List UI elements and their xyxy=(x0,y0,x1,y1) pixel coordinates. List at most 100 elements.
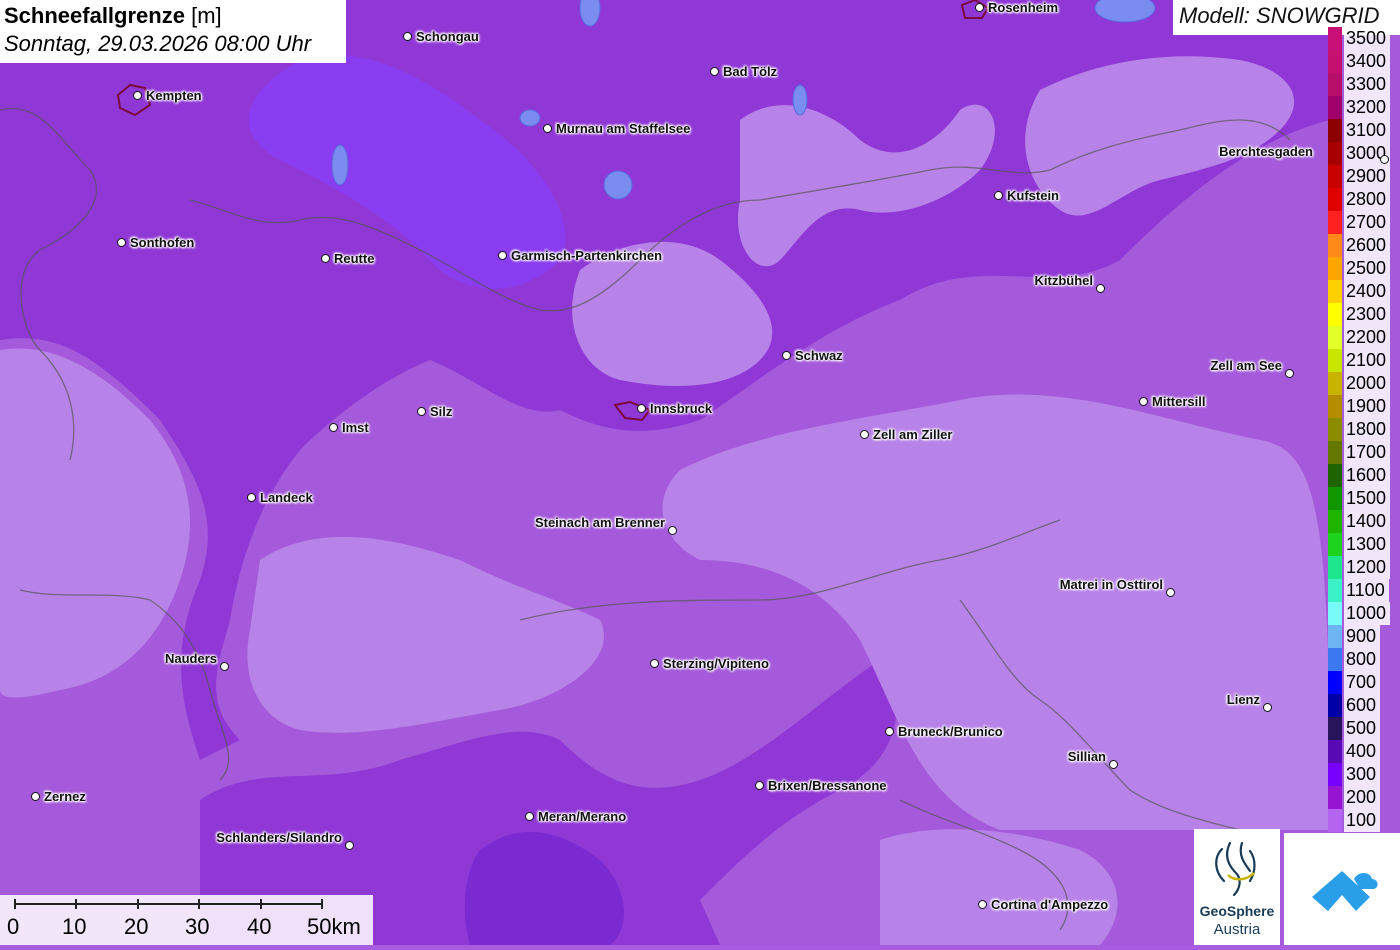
city-marker[interactable] xyxy=(860,430,869,439)
city-marker[interactable] xyxy=(994,191,1003,200)
city-label[interactable]: Meran/Merano xyxy=(538,809,626,824)
city-label[interactable]: Sillian xyxy=(1068,749,1106,764)
city-marker[interactable] xyxy=(1096,284,1105,293)
scale-label: 10 xyxy=(62,914,87,939)
legend-row: 3500 xyxy=(1328,27,1400,50)
city-label[interactable]: Kufstein xyxy=(1007,188,1059,203)
legend-label: 2300 xyxy=(1344,303,1391,326)
city-label[interactable]: Schwaz xyxy=(795,348,843,363)
city-label[interactable]: Innsbruck xyxy=(650,401,712,416)
scale-tick xyxy=(260,899,262,909)
city-marker[interactable] xyxy=(1139,397,1148,406)
legend-row: 200 xyxy=(1328,786,1400,809)
city-marker[interactable] xyxy=(417,407,426,416)
scale-bar: 0 10 20 30 40 50km xyxy=(0,895,373,945)
city-label[interactable]: Zernez xyxy=(44,789,86,804)
title-main: Schneefallgrenze xyxy=(4,3,185,28)
city-label[interactable]: Steinach am Brenner xyxy=(535,515,665,530)
city-label[interactable]: Zell am Ziller xyxy=(873,427,952,442)
city-marker[interactable] xyxy=(321,254,330,263)
scale-tick xyxy=(198,899,200,909)
city-label[interactable]: Berchtesgaden xyxy=(1219,144,1313,159)
legend-row: 3200 xyxy=(1328,96,1400,119)
city-marker[interactable] xyxy=(525,812,534,821)
legend-label: 400 xyxy=(1344,740,1381,763)
city-marker[interactable] xyxy=(220,662,229,671)
city-label[interactable]: Mittersill xyxy=(1152,394,1205,409)
city-marker[interactable] xyxy=(345,841,354,850)
map-title: Schneefallgrenze [m] xyxy=(4,2,342,30)
city-label[interactable]: Zell am See xyxy=(1210,358,1282,373)
legend-row: 3300 xyxy=(1328,73,1400,96)
legend-label: 2800 xyxy=(1344,188,1391,211)
legend-label: 1700 xyxy=(1344,441,1391,464)
legend-label: 3100 xyxy=(1344,119,1391,142)
city-label[interactable]: Matrei in Osttirol xyxy=(1060,577,1163,592)
city-marker[interactable] xyxy=(1380,155,1389,164)
legend-label: 1600 xyxy=(1344,464,1391,487)
city-label[interactable]: Lienz xyxy=(1227,692,1260,707)
city-marker[interactable] xyxy=(329,423,338,432)
legend-label: 3400 xyxy=(1344,50,1391,73)
legend-swatch xyxy=(1328,303,1342,326)
city-label[interactable]: Imst xyxy=(342,420,369,435)
city-marker[interactable] xyxy=(117,238,126,247)
city-label[interactable]: Brixen/Bressanone xyxy=(768,778,887,793)
legend-label: 200 xyxy=(1344,786,1381,809)
city-marker[interactable] xyxy=(1109,760,1118,769)
city-label[interactable]: Garmisch-Partenkirchen xyxy=(511,248,662,263)
city-marker[interactable] xyxy=(637,404,646,413)
legend-swatch xyxy=(1328,165,1342,188)
legend-swatch xyxy=(1328,372,1342,395)
city-label[interactable]: Silz xyxy=(430,404,452,419)
city-marker[interactable] xyxy=(133,91,142,100)
city-marker[interactable] xyxy=(975,3,984,12)
city-marker[interactable] xyxy=(885,727,894,736)
geosphere-logo[interactable]: GeoSphere Austria xyxy=(1194,829,1280,945)
city-marker[interactable] xyxy=(755,781,764,790)
city-marker[interactable] xyxy=(1285,369,1294,378)
legend-row: 2600 xyxy=(1328,234,1400,257)
legend-label: 1800 xyxy=(1344,418,1391,441)
legend-label: 2400 xyxy=(1344,280,1391,303)
city-marker[interactable] xyxy=(498,251,507,260)
city-label[interactable]: Reutte xyxy=(334,251,374,266)
legend-swatch xyxy=(1328,556,1342,579)
city-label[interactable]: Schongau xyxy=(416,29,479,44)
city-label[interactable]: Sonthofen xyxy=(130,235,194,250)
legend-row: 100 xyxy=(1328,809,1400,832)
city-marker[interactable] xyxy=(978,900,987,909)
city-marker[interactable] xyxy=(782,351,791,360)
legend-swatch xyxy=(1328,487,1342,510)
city-label[interactable]: Bruneck/Brunico xyxy=(898,724,1003,739)
city-marker[interactable] xyxy=(650,659,659,668)
city-marker[interactable] xyxy=(543,124,552,133)
city-marker[interactable] xyxy=(1263,703,1272,712)
city-label[interactable]: Nauders xyxy=(165,651,217,666)
city-label[interactable]: Sterzing/Vipiteno xyxy=(663,656,769,671)
city-label[interactable]: Cortina d'Ampezzo xyxy=(991,897,1108,912)
city-label[interactable]: Rosenheim xyxy=(988,0,1058,15)
scale-tick xyxy=(137,899,139,909)
city-marker[interactable] xyxy=(710,67,719,76)
legend-label: 100 xyxy=(1344,809,1381,832)
city-label[interactable]: Kitzbühel xyxy=(1035,273,1094,288)
city-marker[interactable] xyxy=(403,32,412,41)
city-marker[interactable] xyxy=(668,526,677,535)
city-label[interactable]: Murnau am Staffelsee xyxy=(556,121,690,136)
map-canvas[interactable] xyxy=(0,0,1400,945)
city-marker[interactable] xyxy=(247,493,256,502)
city-label[interactable]: Schlanders/Silandro xyxy=(216,830,342,845)
legend-label: 1400 xyxy=(1344,510,1391,533)
city-marker[interactable] xyxy=(31,792,40,801)
legend-swatch xyxy=(1328,280,1342,303)
snowgrid-logo[interactable] xyxy=(1284,833,1400,945)
legend-swatch xyxy=(1328,625,1342,648)
legend-row: 1100 xyxy=(1328,579,1400,602)
city-label[interactable]: Landeck xyxy=(260,490,313,505)
city-label[interactable]: Kempten xyxy=(146,88,202,103)
city-label[interactable]: Bad Tölz xyxy=(723,64,777,79)
city-marker[interactable] xyxy=(1166,588,1175,597)
scale-tick xyxy=(14,899,16,909)
legend-swatch xyxy=(1328,579,1342,602)
